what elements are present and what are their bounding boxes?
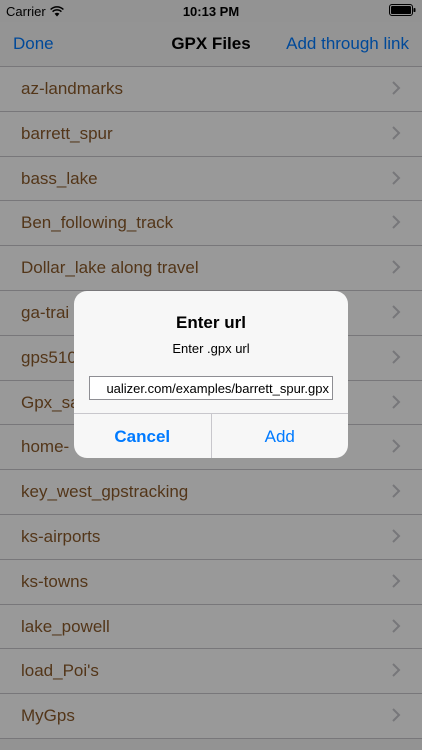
alert-message: Enter .gpx url <box>172 341 250 356</box>
alert-button-row: Cancel Add <box>74 413 348 458</box>
cancel-button[interactable]: Cancel <box>74 414 212 458</box>
url-input[interactable] <box>89 376 333 400</box>
enter-url-alert: Enter url Enter .gpx url Cancel Add <box>74 291 348 458</box>
add-button[interactable]: Add <box>212 414 349 458</box>
alert-title: Enter url <box>176 313 246 332</box>
